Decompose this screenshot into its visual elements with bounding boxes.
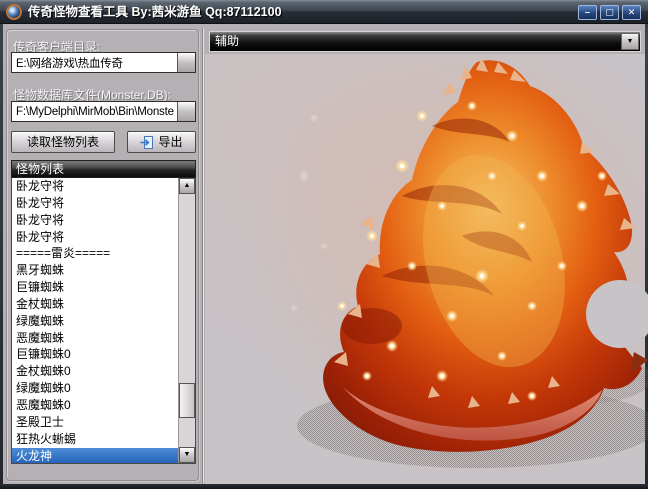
db-file-input[interactable]: [12, 102, 176, 121]
list-item[interactable]: 黑牙蜘蛛: [12, 262, 180, 279]
list-item[interactable]: 卧龙守将: [12, 178, 180, 195]
scroll-up-icon[interactable]: ▲: [179, 178, 195, 194]
list-item[interactable]: 火龙神: [12, 448, 180, 465]
list-item[interactable]: 恶魔蜘蛛0: [12, 397, 180, 414]
left-panel: 传奇客户端目录: 怪物数据库文件(Monster.DB): 读取怪物列表 导出 …: [6, 29, 199, 481]
load-monster-list-button[interactable]: 读取怪物列表: [11, 131, 115, 153]
monster-preview-area: [205, 54, 645, 484]
client-dir-field: [11, 52, 196, 73]
list-item[interactable]: 绿魔蜘蛛0: [12, 380, 180, 397]
window-frame-left: [0, 24, 3, 489]
list-item[interactable]: 卧龙守将: [12, 195, 180, 212]
window-title: 传奇怪物查看工具 By:茜米游鱼 Qq:87112100: [28, 0, 282, 24]
title-bar: 传奇怪物查看工具 By:茜米游鱼 Qq:87112100 – ▢ ✕: [0, 0, 648, 24]
scroll-down-icon[interactable]: ▼: [179, 447, 195, 463]
list-item[interactable]: 巨镰蜘蛛: [12, 279, 180, 296]
client-dir-browse-button[interactable]: [177, 53, 195, 72]
minimize-button[interactable]: –: [578, 5, 597, 20]
maximize-button[interactable]: ▢: [600, 5, 619, 20]
list-item[interactable]: 绿魔蜘蛛: [12, 313, 180, 330]
helper-combobox-value: 辅助: [215, 32, 239, 51]
monster-list-items: 卧龙守将卧龙守将卧龙守将卧龙守将=====雷炎=====黑牙蜘蛛巨镰蜘蛛金杖蜘蛛…: [12, 178, 180, 464]
chevron-down-icon[interactable]: ▼: [621, 33, 639, 50]
list-item[interactable]: 金杖蜘蛛0: [12, 363, 180, 380]
export-icon: [140, 135, 154, 150]
scrollbar-thumb[interactable]: [179, 383, 195, 418]
monster-list-header: 怪物列表: [11, 160, 196, 178]
window-controls: – ▢ ✕: [578, 5, 641, 20]
client-dir-input[interactable]: [12, 53, 176, 72]
monster-preview-image: [282, 56, 648, 468]
close-button[interactable]: ✕: [622, 5, 641, 20]
db-file-browse-button[interactable]: [177, 102, 195, 121]
list-item[interactable]: 巨镰蜘蛛0: [12, 346, 180, 363]
list-item[interactable]: 狂热火蜥蜴: [12, 431, 180, 448]
window-frame-bottom: [0, 484, 648, 489]
list-item[interactable]: 卧龙守将: [12, 212, 180, 229]
load-button-label: 读取怪物列表: [27, 132, 99, 152]
list-item[interactable]: =====雷炎=====: [12, 245, 180, 262]
export-button[interactable]: 导出: [127, 131, 196, 153]
list-scrollbar[interactable]: ▲ ▼: [178, 178, 195, 463]
list-item[interactable]: 金杖蜘蛛: [12, 296, 180, 313]
list-item[interactable]: 卧龙守将: [12, 229, 180, 246]
helper-combobox[interactable]: 辅助 ▼: [209, 31, 641, 52]
list-item[interactable]: 圣殿卫士: [12, 414, 180, 431]
list-item[interactable]: 恶魔蜘蛛: [12, 330, 180, 347]
db-file-field: [11, 101, 196, 122]
panel-divider: [202, 28, 204, 483]
app-window: 传奇怪物查看工具 By:茜米游鱼 Qq:87112100 – ▢ ✕ 传奇客户端…: [0, 0, 648, 489]
export-button-label: 导出: [158, 132, 182, 152]
monster-list: 卧龙守将卧龙守将卧龙守将卧龙守将=====雷炎=====黑牙蜘蛛巨镰蜘蛛金杖蜘蛛…: [11, 178, 196, 464]
app-globe-icon: [6, 4, 22, 20]
